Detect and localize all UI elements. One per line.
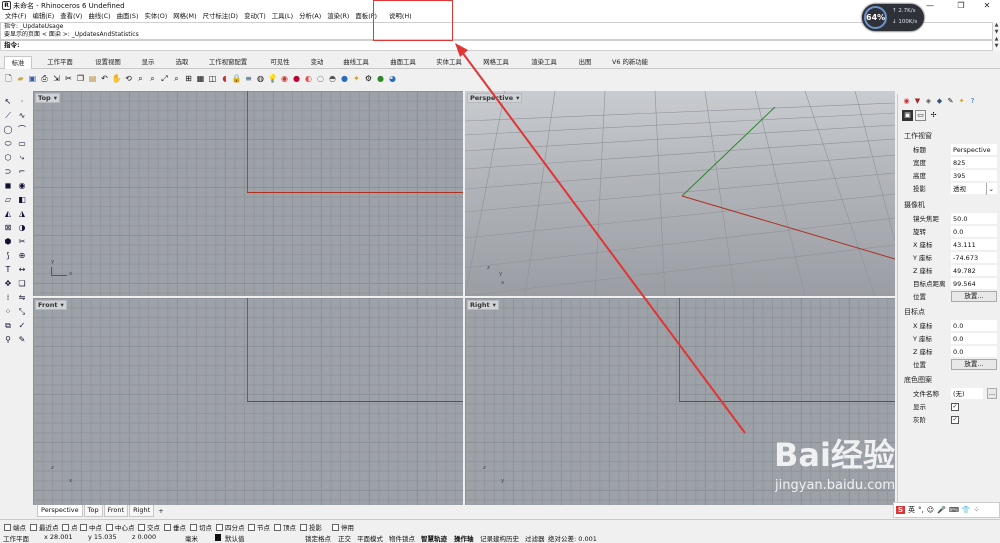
annotation-arrow [455, 43, 746, 434]
